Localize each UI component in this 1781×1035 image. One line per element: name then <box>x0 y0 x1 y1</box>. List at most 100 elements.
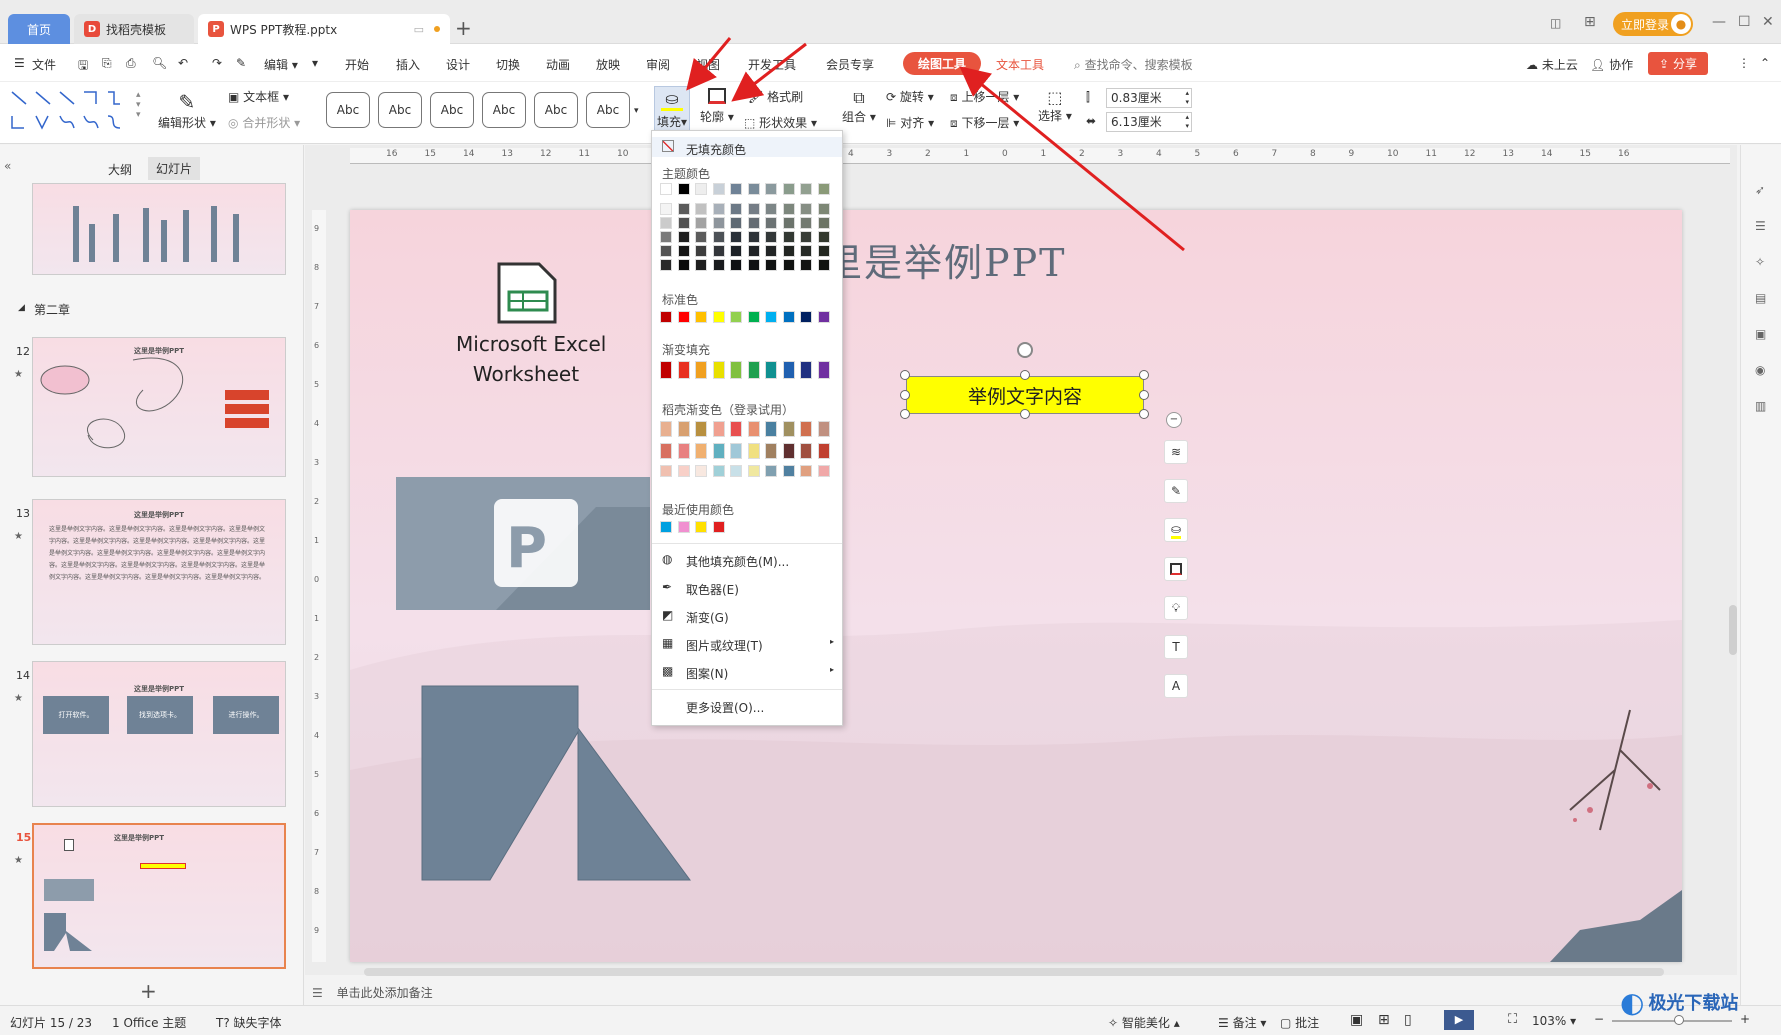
menu-design[interactable]: 设计 <box>446 56 470 73</box>
group-button[interactable]: ⧉ 组合 ▾ <box>842 88 876 125</box>
theme-shade-swatch[interactable] <box>695 217 707 229</box>
theme-color-swatch[interactable] <box>712 183 725 195</box>
docer-gradient-swatch[interactable] <box>765 421 777 437</box>
format-painter-icon[interactable]: ✎ <box>236 56 246 70</box>
theme-shade-swatch[interactable] <box>712 259 725 271</box>
recent-color-swatch[interactable] <box>695 521 707 533</box>
menu-slideshow[interactable]: 放映 <box>596 56 620 73</box>
theme-shade-swatch[interactable] <box>765 245 777 257</box>
maximize-icon[interactable]: ☐ <box>1738 14 1751 30</box>
slide-thumbnail-14[interactable]: 这里是举例PPT 打开软件。 找到选项卡。 进行操作。 <box>32 661 286 807</box>
slides-icon[interactable]: ▤ <box>1755 291 1766 305</box>
theme-shade-swatch[interactable] <box>677 245 690 257</box>
docer-gradient-swatch[interactable] <box>765 443 777 459</box>
resize-handle[interactable] <box>1020 409 1030 419</box>
resize-handle[interactable] <box>1139 390 1149 400</box>
menu-insert[interactable]: 插入 <box>396 56 420 73</box>
theme-shade-swatch[interactable] <box>747 259 760 271</box>
theme-name[interactable]: 1 Office 主题 <box>112 1014 186 1031</box>
fill-float-icon[interactable]: ⛀ <box>1164 518 1188 542</box>
slide-thumbnail-11[interactable] <box>32 183 286 275</box>
menu-member[interactable]: 会员专享 <box>826 56 874 73</box>
gradient-fill-swatch[interactable] <box>677 361 690 379</box>
theme-shade-swatch[interactable] <box>730 217 742 229</box>
grid-apps-icon[interactable]: ⊞ <box>1584 14 1596 30</box>
gradient-item[interactable]: ◩ 渐变(G) <box>652 605 842 629</box>
docer-gradient-swatch[interactable] <box>730 421 742 437</box>
theme-shade-swatch[interactable] <box>712 231 725 243</box>
docer-gradient-swatch[interactable] <box>800 443 812 459</box>
recent-color-swatch[interactable] <box>712 521 725 533</box>
minimize-icon[interactable]: — <box>1712 14 1726 30</box>
standard-color-swatch[interactable] <box>695 311 707 323</box>
slide-thumbnail-12[interactable]: 这里是举例PPT <box>32 337 286 477</box>
tab-slides[interactable]: 幻灯片 <box>148 157 201 180</box>
pattern-item[interactable]: ▩ 图案(N) ▸ <box>652 661 842 685</box>
tab-docer-templates[interactable]: D 找稻壳模板 <box>74 14 194 44</box>
theme-shade-swatch[interactable] <box>765 231 777 243</box>
gradient-fill-swatch[interactable] <box>660 361 672 379</box>
theme-shade-swatch[interactable] <box>800 203 812 215</box>
grid-view-icon[interactable]: ⊞ <box>1378 1012 1390 1028</box>
theme-color-swatch[interactable] <box>695 183 707 195</box>
gradient-fill-swatch[interactable] <box>765 361 777 379</box>
theme-shade-swatch[interactable] <box>695 259 707 271</box>
theme-shade-swatch[interactable] <box>747 245 760 257</box>
docer-gradient-swatch[interactable] <box>730 465 742 477</box>
normal-view-icon[interactable]: ▣ <box>1350 1012 1363 1028</box>
shape-style-3[interactable]: Abc <box>430 92 474 128</box>
search-box[interactable]: ⌕ 查找命令、搜索模板 <box>1074 56 1193 73</box>
standard-color-swatch[interactable] <box>817 311 830 323</box>
docer-gradient-swatch[interactable] <box>782 443 795 459</box>
horizontal-scrollbar[interactable] <box>364 968 1664 976</box>
height-input[interactable]: 0.83厘米 ▴ ▾ <box>1106 88 1192 108</box>
menu-animation[interactable]: 动画 <box>546 56 570 73</box>
theme-shade-swatch[interactable] <box>660 259 672 271</box>
settings-sliders-icon[interactable]: ☰ <box>1755 219 1766 233</box>
menu-drawing-tools[interactable]: 绘图工具 <box>903 52 981 75</box>
resize-handle[interactable] <box>1139 370 1149 380</box>
comment-button[interactable]: ▢ 批注 <box>1280 1014 1319 1031</box>
theme-shade-swatch[interactable] <box>677 231 690 243</box>
close-icon[interactable]: ✕ <box>1762 14 1774 30</box>
docer-gradient-swatch[interactable] <box>747 421 760 437</box>
style-more-icon[interactable]: ▾ <box>634 106 639 116</box>
docer-gradient-swatch[interactable] <box>817 443 830 459</box>
preview-icon[interactable]: 🔍︎ <box>152 56 167 70</box>
theme-shade-swatch[interactable] <box>730 259 742 271</box>
docer-gradient-swatch[interactable] <box>800 421 812 437</box>
theme-shade-swatch[interactable] <box>817 217 830 229</box>
pen-icon[interactable]: ✎ <box>1164 479 1188 503</box>
menu-text-tools[interactable]: 文本工具 <box>996 56 1044 73</box>
docer-gradient-swatch[interactable] <box>782 421 795 437</box>
docer-gradient-swatch[interactable] <box>817 465 830 477</box>
vertical-scrollbar[interactable] <box>1729 605 1737 655</box>
theme-color-swatch[interactable] <box>677 183 690 195</box>
menu-edit[interactable]: 编辑 ▾ <box>264 56 298 73</box>
theme-shade-swatch[interactable] <box>800 259 812 271</box>
theme-shade-swatch[interactable] <box>817 231 830 243</box>
resize-handle[interactable] <box>1139 409 1149 419</box>
redo-icon[interactable]: ↷ <box>212 56 222 70</box>
docer-gradient-swatch[interactable] <box>677 421 690 437</box>
gradient-fill-swatch[interactable] <box>747 361 760 379</box>
theme-color-swatch[interactable] <box>730 183 742 195</box>
theme-shade-swatch[interactable] <box>782 203 795 215</box>
text-effect-icon[interactable]: A <box>1164 674 1188 698</box>
hamburger-icon[interactable]: ☰ <box>14 56 25 70</box>
theme-shade-swatch[interactable] <box>660 231 672 243</box>
line-shapes-gallery[interactable] <box>8 86 128 136</box>
share-button[interactable]: ⇪ 分享 <box>1648 52 1708 75</box>
location-icon[interactable]: ◉ <box>1755 363 1765 377</box>
add-slide-button[interactable]: + <box>140 979 157 1003</box>
tab-outline[interactable]: 大纲 <box>108 161 132 178</box>
zoom-slider[interactable] <box>1612 1015 1732 1025</box>
docer-gradient-swatch[interactable] <box>782 465 795 477</box>
remarks-button[interactable]: ☰ 备注 ▾ <box>1218 1014 1266 1031</box>
menu-review[interactable]: 审阅 <box>646 56 670 73</box>
theme-shade-swatch[interactable] <box>677 203 690 215</box>
shape-effect-button[interactable]: ⬚ 形状效果 ▾ <box>744 114 817 131</box>
rotate-button[interactable]: ⟳ 旋转 ▾ <box>886 88 934 105</box>
theme-shade-swatch[interactable] <box>782 217 795 229</box>
theme-shade-swatch[interactable] <box>660 217 672 229</box>
